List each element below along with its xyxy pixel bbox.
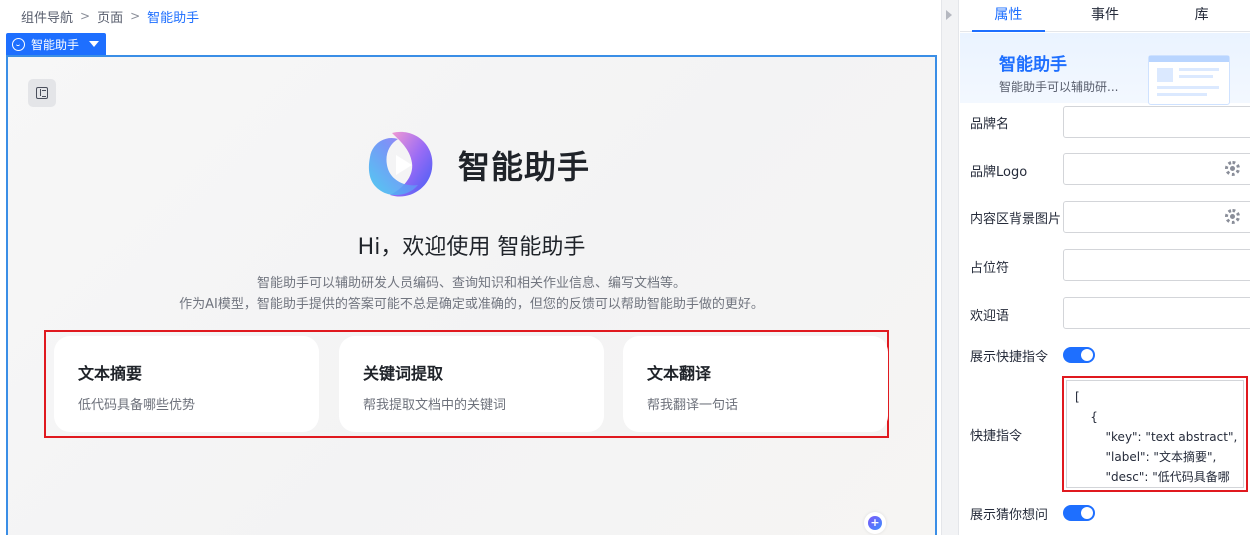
quick-command-title: 文本翻译 (647, 364, 712, 383)
breadcrumb-item-components[interactable]: 组件导航 (21, 7, 73, 26)
brand-header: 智能助手 (362, 127, 590, 203)
panel-collapse-handle[interactable] (941, 0, 959, 535)
breadcrumb-item-page[interactable]: 页面 (97, 7, 123, 26)
quick-commands-highlight: 文本摘要 低代码具备哪些优势 关键词提取 帮我提取文档中的关键词 文本翻译 帮我… (44, 330, 889, 438)
placeholder-input[interactable] (1063, 249, 1250, 281)
component-illustration (1148, 55, 1230, 105)
field-label: 品牌名 (970, 117, 1010, 132)
chat-icon (12, 37, 25, 51)
field-label: 品牌Logo (970, 165, 1028, 180)
quick-command-desc: 帮我翻译一句话 (647, 398, 739, 413)
show-quick-toggle[interactable] (1063, 347, 1095, 363)
gear-icon[interactable] (1225, 161, 1240, 176)
description-line-2: 作为AI模型，智能助手提供的答案可能不总是确定或准确的，但您的反馈可以帮助智能助… (179, 297, 764, 312)
tab-properties[interactable]: 属性 (960, 0, 1057, 32)
field-label: 欢迎语 (970, 309, 1010, 324)
quick-command-title: 文本摘要 (78, 364, 143, 383)
bg-image-input[interactable] (1063, 201, 1250, 233)
collapse-arrow-icon (946, 10, 952, 20)
breadcrumb-item-current: 智能助手 (147, 10, 200, 26)
component-info-header: 智能助手 智能助手可以辅助研... (960, 33, 1250, 105)
panel-tabs: 属性 事件 库 (960, 0, 1250, 32)
new-chat-icon: + (868, 516, 882, 530)
brand-name-input[interactable] (1063, 106, 1250, 138)
app-root: 组件导航 > 页面 > 智能助手 智能助手 智能助手 Hi，欢迎使用 智能助手 … (0, 0, 1250, 535)
quick-command-desc: 帮我提取文档中的关键词 (363, 398, 507, 413)
component-tag[interactable]: 智能助手 (6, 33, 106, 55)
field-label: 占位符 (970, 261, 1010, 276)
gear-icon[interactable] (1225, 209, 1240, 224)
quick-command-card[interactable]: 关键词提取 帮我提取文档中的关键词 (339, 336, 604, 432)
description-line-1: 智能助手可以辅助研发人员编码、查询知识和相关作业信息、编写文档等。 (256, 276, 686, 291)
quick-command-desc: 低代码具备哪些优势 (78, 398, 196, 413)
field-label: 展示快捷指令 (970, 350, 1049, 365)
chevron-right-icon: > (80, 9, 91, 23)
field-label: 内容区背景图片 (970, 212, 1062, 227)
component-title: 智能助手 (999, 55, 1067, 75)
sidebar-icon (36, 87, 48, 99)
chevron-right-icon: > (130, 9, 141, 23)
tab-library[interactable]: 库 (1153, 0, 1250, 31)
caret-down-icon[interactable] (89, 41, 100, 47)
quick-commands-json-editor[interactable]: [ { "key": "text abstract", "label": "文本… (1066, 380, 1244, 488)
show-guess-toggle[interactable] (1063, 505, 1095, 521)
welcome-input[interactable] (1063, 297, 1250, 329)
brand-name: 智能助手 (458, 148, 591, 186)
new-chat-button[interactable]: + (864, 512, 886, 534)
quick-commands-editor-highlight: [ { "key": "text abstract", "label": "文本… (1062, 376, 1248, 492)
field-label: 展示猜你想问 (970, 508, 1049, 523)
field-label: 快捷指令 (970, 429, 1023, 444)
quick-command-card[interactable]: 文本摘要 低代码具备哪些优势 (54, 336, 319, 432)
tab-events[interactable]: 事件 (1057, 0, 1154, 31)
breadcrumb: 组件导航 > 页面 > 智能助手 (0, 0, 940, 32)
component-subtitle: 智能助手可以辅助研... (999, 80, 1119, 94)
quick-command-title: 关键词提取 (363, 364, 444, 383)
component-tag-label: 智能助手 (31, 37, 80, 52)
brand-logo-input[interactable] (1063, 153, 1250, 185)
assistant-canvas[interactable]: 智能助手 Hi，欢迎使用 智能助手 智能助手可以辅助研发人员编码、查询知识和相关… (6, 55, 937, 535)
welcome-description: 智能助手可以辅助研发人员编码、查询知识和相关作业信息、编写文档等。 作为AI模型… (8, 273, 935, 315)
quick-command-card[interactable]: 文本翻译 帮我翻译一句话 (623, 336, 888, 432)
welcome-title: Hi，欢迎使用 智能助手 (357, 235, 586, 260)
history-toggle-button[interactable] (28, 79, 56, 107)
properties-panel: 属性 事件 库 智能助手 智能助手可以辅助研... 品牌名 品牌Logo 内容区… (960, 0, 1250, 535)
brand-logo-icon (368, 131, 433, 197)
